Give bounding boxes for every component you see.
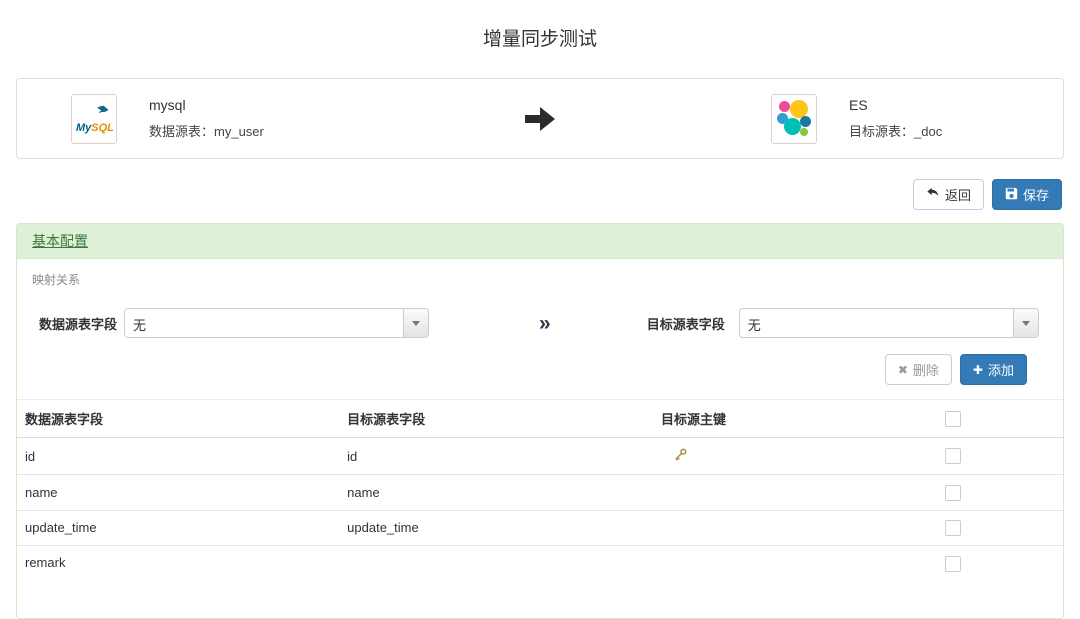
back-button-label: 返回 (944, 188, 971, 203)
target-field-selected-value: 无 (747, 318, 761, 333)
source-field-selected-value: 无 (133, 318, 147, 333)
sync-flow-card: MySQL mysql 数据源表：my_user ES 目标源表：_doc (16, 78, 1064, 159)
mapping-actions: ✖ 删除 ✚ 添加 (32, 354, 1027, 385)
header-select-cell (937, 399, 1063, 438)
mapping-row: 数据源表字段 无 » 目标源表字段 无 (32, 308, 1045, 338)
caret-down-icon (412, 320, 420, 326)
header-primary-key: 目标源主键 (652, 399, 938, 438)
svg-text:MySQL: MySQL (76, 122, 114, 134)
target-field-label: 目标源表字段 (646, 316, 725, 332)
row-select-checkbox[interactable] (945, 484, 962, 501)
mapping-section-label: 映射关系 (32, 273, 81, 287)
add-button-label: 添加 (987, 363, 1014, 378)
basic-config-link[interactable]: 基本配置 (32, 233, 88, 249)
table-row: id id (17, 438, 1063, 475)
cell-select (937, 474, 1063, 511)
page-title: 增量同步测试 (482, 29, 597, 50)
back-button[interactable]: 返回 (912, 179, 984, 210)
cell-select (937, 438, 1063, 475)
save-floppy-icon (1005, 187, 1018, 202)
source-table-value: my_user (214, 124, 264, 139)
source-field-label: 数据源表字段 (39, 316, 118, 332)
source-name: mysql (149, 97, 186, 113)
add-mapping-button[interactable]: ✚ 添加 (959, 354, 1027, 385)
mapping-table-body: id id name name update_time update_time … (17, 438, 1063, 618)
delete-mapping-button[interactable]: ✖ 删除 (884, 354, 952, 385)
key-icon (673, 447, 688, 462)
back-arrow-icon (926, 187, 940, 202)
header-target-field: 目标源表字段 (339, 399, 653, 438)
source-field-select[interactable]: 无 (124, 308, 429, 338)
cell-primary-key (652, 509, 938, 546)
row-select-checkbox[interactable] (945, 555, 962, 572)
cell-primary-key (652, 545, 938, 618)
basic-config-panel: 基本配置 映射关系 数据源表字段 无 » 目标源表字段 无 ✖ 删除 ✚ 添加 (16, 223, 1064, 619)
cell-primary-key (653, 438, 938, 475)
delete-button-label: 删除 (912, 363, 939, 378)
cell-target-field: id (347, 448, 358, 464)
save-button[interactable]: 保存 (991, 179, 1062, 210)
cell-select (937, 545, 1063, 618)
select-all-checkbox[interactable] (945, 410, 962, 427)
row-select-checkbox[interactable] (945, 520, 962, 537)
toolbar: 返回 保存 (18, 179, 1062, 210)
source-field-dropdown-button[interactable] (403, 309, 428, 337)
cell-source-field: remark (17, 545, 340, 618)
target-table-label: 目标源表： (849, 124, 915, 139)
source-table-label: 数据源表： (149, 124, 215, 139)
target-field-dropdown-button[interactable] (1012, 309, 1038, 337)
table-row: update_time update_time (17, 509, 1063, 546)
source-endpoint: MySQL mysql 数据源表：my_user (71, 79, 264, 158)
target-name: ES (849, 97, 868, 113)
delete-x-icon: ✖ (897, 362, 908, 377)
caret-down-icon (1021, 320, 1030, 326)
panel-heading: 基本配置 (17, 224, 1063, 259)
cell-source-field: name (17, 474, 340, 511)
double-chevron-icon: » (539, 311, 551, 335)
mapping-table: 数据源表字段 目标源表字段 目标源主键 id id name name upda… (17, 399, 1063, 618)
cell-source-field: update_time (17, 509, 340, 546)
elasticsearch-logo-icon (771, 93, 817, 144)
cell-select (937, 509, 1063, 546)
cell-target-field (339, 545, 653, 618)
mapping-table-header-row: 数据源表字段 目标源表字段 目标源主键 (17, 399, 1063, 438)
flow-right-arrow-icon (522, 104, 559, 134)
mysql-logo-icon: MySQL (71, 93, 117, 144)
target-field-select[interactable]: 无 (738, 308, 1039, 338)
target-table-value: _doc (914, 124, 943, 139)
cell-primary-key (652, 474, 938, 511)
table-row: name name (17, 474, 1063, 511)
plus-icon: ✚ (972, 362, 983, 377)
cell-source-field: id (25, 448, 36, 464)
source-table-line: 数据源表：my_user (149, 121, 264, 140)
row-select-checkbox[interactable] (945, 448, 962, 465)
target-table-line: 目标源表：_doc (849, 121, 942, 140)
table-row: remark (17, 545, 1063, 618)
header-source-field: 数据源表字段 (17, 399, 340, 438)
cell-target-field: update_time (339, 509, 653, 546)
target-endpoint: ES 目标源表：_doc (771, 79, 942, 158)
save-button-label: 保存 (1022, 188, 1049, 203)
cell-target-field: name (339, 474, 653, 511)
